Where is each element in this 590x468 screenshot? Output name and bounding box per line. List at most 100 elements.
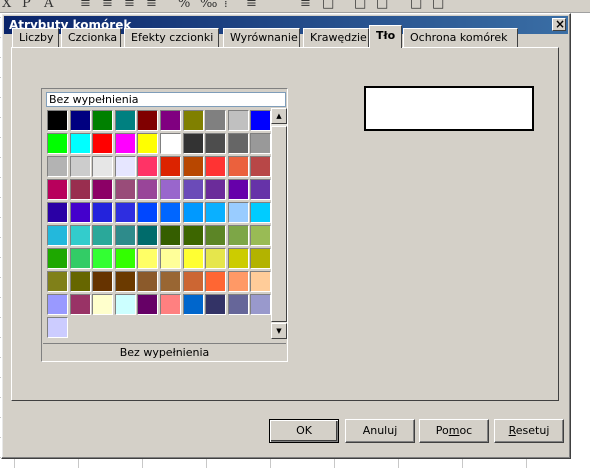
- color-swatch[interactable]: [205, 133, 227, 154]
- color-swatch[interactable]: [182, 133, 204, 154]
- color-swatch[interactable]: [137, 294, 159, 315]
- color-swatch[interactable]: [160, 294, 181, 315]
- color-swatch[interactable]: [160, 271, 181, 292]
- color-swatch[interactable]: [92, 248, 114, 269]
- color-swatch[interactable]: [69, 133, 91, 154]
- scroll-up-button[interactable]: ▲: [271, 108, 287, 124]
- color-swatch[interactable]: [47, 156, 68, 177]
- color-swatch[interactable]: [250, 248, 272, 269]
- color-swatch[interactable]: [47, 225, 68, 246]
- color-swatch[interactable]: [114, 179, 136, 200]
- color-swatch[interactable]: [92, 202, 114, 223]
- color-swatch[interactable]: [227, 133, 249, 154]
- color-swatch[interactable]: [160, 179, 181, 200]
- color-swatch[interactable]: [114, 133, 136, 154]
- color-swatch[interactable]: [114, 202, 136, 223]
- tab-alignment[interactable]: Wyrównanie: [223, 28, 300, 47]
- color-swatch[interactable]: [160, 156, 181, 177]
- tab-cell-protection[interactable]: Ochrona komórek: [403, 28, 518, 47]
- color-swatch[interactable]: [69, 110, 91, 131]
- color-swatch[interactable]: [182, 225, 204, 246]
- color-swatch[interactable]: [205, 248, 227, 269]
- color-swatch[interactable]: [227, 179, 249, 200]
- tab-font[interactable]: Czcionka: [61, 28, 121, 47]
- toolbar-icon[interactable]: □: [432, 0, 444, 11]
- color-swatch[interactable]: [69, 294, 91, 315]
- color-swatch[interactable]: [47, 248, 68, 269]
- color-swatch[interactable]: [205, 179, 227, 200]
- color-swatch[interactable]: [137, 225, 159, 246]
- toolbar-icon[interactable]: X: [2, 0, 11, 11]
- color-swatch[interactable]: [114, 294, 136, 315]
- color-swatch[interactable]: [160, 133, 181, 154]
- color-swatch[interactable]: [205, 202, 227, 223]
- color-swatch[interactable]: [250, 179, 272, 200]
- color-swatch[interactable]: [69, 248, 91, 269]
- help-button[interactable]: Pomoc: [419, 419, 489, 443]
- color-swatch[interactable]: [69, 156, 91, 177]
- color-swatch[interactable]: [137, 156, 159, 177]
- color-swatch[interactable]: [137, 179, 159, 200]
- scroll-thumb[interactable]: [271, 126, 287, 322]
- color-swatch[interactable]: [47, 110, 68, 131]
- color-swatch[interactable]: [92, 271, 114, 292]
- color-swatch[interactable]: [47, 294, 68, 315]
- color-swatch[interactable]: [47, 133, 68, 154]
- color-swatch[interactable]: [47, 317, 68, 338]
- toolbar-icon[interactable]: ≡: [300, 0, 311, 11]
- toolbar-icon[interactable]: □: [376, 0, 388, 11]
- color-swatch[interactable]: [92, 294, 114, 315]
- toolbar-icon[interactable]: ≡: [246, 0, 257, 11]
- scroll-down-button[interactable]: ▼: [271, 323, 287, 339]
- reset-button[interactable]: Resetuj: [494, 419, 564, 443]
- tab-font-effects[interactable]: Efekty czcionki: [124, 28, 219, 47]
- color-swatch[interactable]: [205, 156, 227, 177]
- toolbar-icon[interactable]: □: [354, 0, 366, 11]
- palette-scrollbar[interactable]: ▲ ▼: [271, 108, 287, 339]
- color-swatch[interactable]: [250, 110, 272, 131]
- color-swatch[interactable]: [205, 225, 227, 246]
- color-swatch[interactable]: [137, 133, 159, 154]
- tab-numbers[interactable]: Liczby: [12, 28, 59, 47]
- toolbar-icon[interactable]: A: [44, 0, 53, 11]
- color-swatch[interactable]: [227, 294, 249, 315]
- color-swatch[interactable]: [92, 156, 114, 177]
- color-swatch[interactable]: [160, 110, 181, 131]
- color-swatch[interactable]: [160, 202, 181, 223]
- color-swatch[interactable]: [250, 202, 272, 223]
- color-swatch[interactable]: [227, 202, 249, 223]
- color-swatch[interactable]: [47, 202, 68, 223]
- color-swatch[interactable]: [182, 271, 204, 292]
- toolbar-icon[interactable]: □: [410, 0, 422, 11]
- color-swatch[interactable]: [137, 110, 159, 131]
- close-button[interactable]: ×: [552, 17, 566, 31]
- color-swatch[interactable]: [250, 271, 272, 292]
- color-swatch[interactable]: [182, 179, 204, 200]
- color-swatch[interactable]: [205, 294, 227, 315]
- color-swatch[interactable]: [227, 156, 249, 177]
- toolbar-icon[interactable]: ≡: [146, 0, 157, 11]
- color-swatch[interactable]: [250, 133, 272, 154]
- toolbar-icon[interactable]: ≡: [124, 0, 135, 11]
- color-swatch[interactable]: [250, 156, 272, 177]
- color-swatch[interactable]: [69, 271, 91, 292]
- color-swatch[interactable]: [160, 225, 181, 246]
- toolbar-icon[interactable]: ‰: [200, 0, 217, 11]
- color-swatch[interactable]: [114, 248, 136, 269]
- color-swatch[interactable]: [250, 294, 272, 315]
- toolbar-icon[interactable]: P: [22, 0, 31, 11]
- color-swatch[interactable]: [47, 179, 68, 200]
- color-swatch[interactable]: [227, 110, 249, 131]
- toolbar-icon[interactable]: %: [178, 0, 190, 11]
- color-swatch[interactable]: [114, 110, 136, 131]
- tab-background[interactable]: Tło: [369, 25, 402, 48]
- color-swatch[interactable]: [92, 133, 114, 154]
- color-swatch[interactable]: [114, 156, 136, 177]
- color-swatch[interactable]: [69, 179, 91, 200]
- color-swatch[interactable]: [92, 225, 114, 246]
- color-swatch[interactable]: [205, 271, 227, 292]
- color-swatch[interactable]: [47, 271, 68, 292]
- color-swatch[interactable]: [114, 225, 136, 246]
- tab-borders[interactable]: Krawędzie: [303, 28, 369, 47]
- color-swatch[interactable]: [92, 179, 114, 200]
